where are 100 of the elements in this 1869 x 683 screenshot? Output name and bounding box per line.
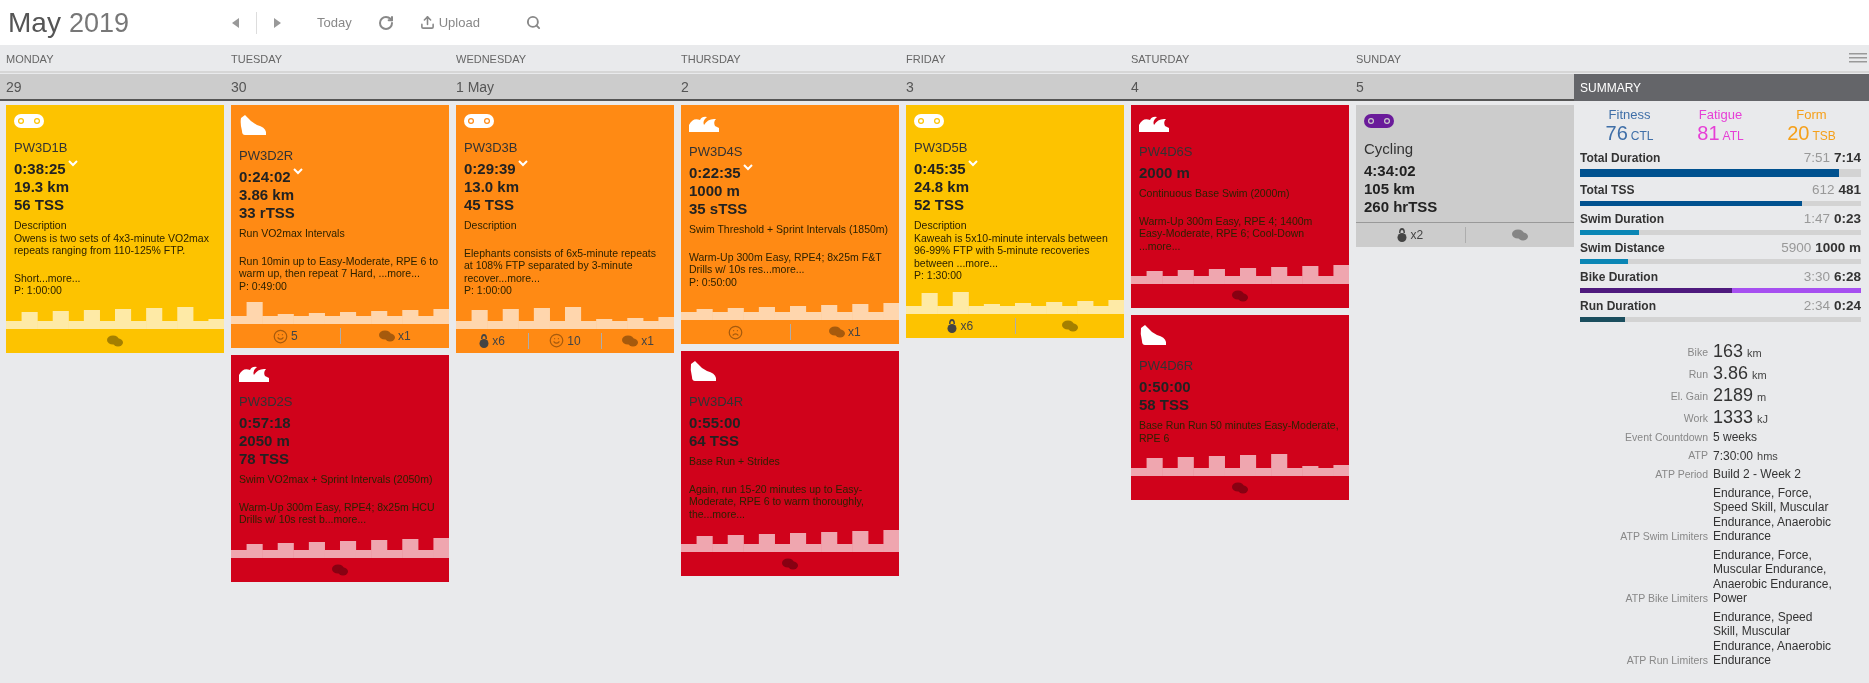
detail-label: Run [1687, 368, 1708, 382]
chain-link-icon [464, 114, 494, 128]
chevron-down-icon[interactable] [67, 160, 78, 167]
detail-value: 3.86 [1713, 364, 1749, 382]
detail-value: 163 [1713, 342, 1744, 360]
shoe-icon [1139, 324, 1167, 346]
detail-value: 5 weeks [1713, 430, 1758, 445]
workout-metric: 0:22:35 [689, 164, 741, 182]
workout-card[interactable]: Cycling 4:34:02 105 km 260 hrTSS x2 [1356, 105, 1574, 247]
weekday-label: FRIDAY [905, 53, 946, 65]
weekday-label: SATURDAY [1130, 53, 1190, 65]
chevron-down-icon[interactable] [292, 168, 303, 175]
chevron-down-icon[interactable] [517, 160, 528, 167]
date-label: 1 May [455, 78, 495, 95]
feeling-score: 5 [290, 329, 298, 343]
workout-metric: 0:45:35 [914, 160, 966, 178]
kettlebell-icon [479, 333, 490, 348]
smiley-icon [549, 333, 565, 348]
chain-link-icon [914, 114, 944, 128]
speech-bubbles-icon [1232, 482, 1248, 494]
bar-label: Swim Duration [1580, 212, 1664, 226]
workout-metric: 4:34:02 [1364, 162, 1416, 180]
planned-value: 1:47 [1803, 211, 1830, 226]
workout-metric: 58 TSS [1139, 396, 1190, 414]
fitness-value: 20 [1787, 122, 1810, 145]
workout-note: Description [14, 219, 68, 232]
date-label: 5 [1355, 78, 1364, 95]
feeling-score: 10 [567, 333, 581, 348]
chevron-down-icon[interactable] [742, 164, 753, 171]
detail-unit: m [1757, 391, 1767, 403]
comment-count: x1 [641, 333, 654, 348]
detail-value: 1333 [1713, 408, 1754, 426]
previous-button[interactable] [230, 15, 242, 30]
detail-unit: hms [1757, 449, 1778, 462]
speech-bubbles-icon [332, 563, 348, 576]
workout-note: Kaweah is 5x10-minute intervals between 96-99% FTP with 5-minute recoveries between ...more... [914, 231, 1109, 269]
detail-unit: kJ [1757, 413, 1769, 425]
bar-label: Bike Duration [1580, 270, 1658, 284]
workout-metric: 78 TSS [239, 450, 290, 468]
chevron-down-icon[interactable] [967, 160, 978, 167]
date-label: 2 [680, 78, 689, 95]
planned-value: 2:34 [1803, 298, 1830, 313]
workout-note: Owens is two sets of 4x3-minute VO2max repeats ranging from 110-125% FTP. [14, 231, 210, 257]
workout-note: P: 0:50:00 [689, 275, 738, 288]
detail-label: El. Gain [1669, 390, 1708, 404]
workout-title: PW4D6S [1139, 144, 1194, 159]
speech-bubbles-icon [378, 330, 395, 342]
kettlebell-icon [1397, 228, 1408, 242]
detail-unit: km [1747, 347, 1762, 359]
workout-title: PW3D2R [239, 148, 295, 163]
detail-label: ATP Run Limiters [1625, 653, 1708, 668]
summary-header: SUMMARY [1574, 74, 1869, 101]
year-title: 2019 [68, 7, 129, 39]
workout-note: Description [464, 219, 518, 232]
upload-button[interactable]: Upload [417, 13, 482, 32]
equipment-count: x6 [960, 318, 974, 333]
workout-metric: 1000 m [689, 182, 740, 200]
speech-bubbles-icon [1232, 290, 1248, 302]
workout-card[interactable]: PW3D1B 0:38:25 19.3 km 56 TSS Description Owens is two sets of 4x3-minute VO2max repeats ranging from 110-125% FTP. Short...more... P: 1:00:00 [6, 105, 224, 353]
bar-label: Total Duration [1580, 151, 1661, 165]
workout-note: Warm-Up 300m Easy, RPE4; 8x25m HCU Drills w/ 10s rest b...more... [239, 500, 436, 526]
menu-icon[interactable] [1849, 53, 1867, 63]
search-icon [525, 15, 541, 30]
weekday-label: THURSDAY [680, 53, 741, 65]
speech-bubbles-icon [1061, 319, 1078, 332]
workout-metric: 64 TSS [689, 432, 740, 450]
bar-label: Total TSS [1580, 183, 1635, 197]
workout-metric: 2000 m [1139, 164, 1190, 182]
workout-metric: 0:50:00 [1139, 378, 1191, 396]
workout-card[interactable]: PW3D2R 0:24:02 3.86 km 33 rTSS Run VO2max Intervals Run 10min up to Easy-Moderate, RPE 6 to warm up, then repeat 7 Hard, ...more... P: 0:49:00 5 x1 [231, 105, 449, 348]
actual-value: 7:14 [1833, 150, 1861, 165]
workout-metric: 0:57:18 [239, 414, 291, 432]
date-label: 3 [905, 78, 914, 95]
planned-value: 3:30 [1803, 269, 1830, 284]
planned-value: 612 [1811, 182, 1835, 197]
chain-link-icon [1364, 114, 1394, 128]
next-button[interactable] [271, 15, 283, 30]
wave-icon [689, 114, 719, 132]
detail-value: Endurance, Force, Muscular Endurance, Anaerobic Endurance, Power [1713, 547, 1833, 606]
comment-count: x1 [847, 325, 861, 339]
fitness-label: Form [1796, 107, 1827, 122]
detail-value: 7:30:00 [1713, 448, 1754, 463]
speech-bubbles-icon [622, 334, 639, 347]
equipment-count: x2 [1410, 228, 1424, 242]
workout-card[interactable]: PW3D3B 0:29:39 13.0 km 45 TSS Description Elephants consists of 6x5-minute repeats at 108% FTP separated by 3-minute recover...more... P: 1:00:00 x6 10 x1 [456, 105, 674, 353]
detail-label: ATP Swim Limiters [1619, 529, 1708, 544]
workout-note: Continuous Base Swim (2000m) [1139, 187, 1291, 200]
workout-note: Base Run Run 50 minutes Easy-Moderate, RPE 6 [1139, 419, 1340, 444]
upload-icon [419, 15, 435, 30]
bar-label: Swim Distance [1580, 241, 1665, 255]
workout-note: Base Run + Strides [689, 455, 781, 468]
workout-card[interactable]: PW3D5B 0:45:35 24.8 km 52 TSS Description Kaweah is 5x10-minute intervals between 96-99% FTP with 5-minute recoveries between ...more... P: 1:30:00 x6 [906, 105, 1124, 338]
detail-value: Build 2 - Week 2 [1713, 467, 1801, 482]
speech-bubbles-icon [782, 558, 798, 570]
workout-note: Short...more... [14, 271, 82, 284]
today-button[interactable]: Today [315, 13, 354, 32]
workout-metric: 35 sTSS [689, 200, 748, 218]
shoe-icon [689, 360, 717, 382]
workout-card[interactable]: PW3D4S 0:22:35 1000 m 35 sTSS Swim Threshold + Sprint Intervals (1850m) Warm-Up 300m Easy, RPE4; 8x25m F&T Drills w/ 10s res...more... P: 0:50:00 x1 [681, 105, 899, 344]
fitness-label: Fitness [1608, 107, 1651, 122]
